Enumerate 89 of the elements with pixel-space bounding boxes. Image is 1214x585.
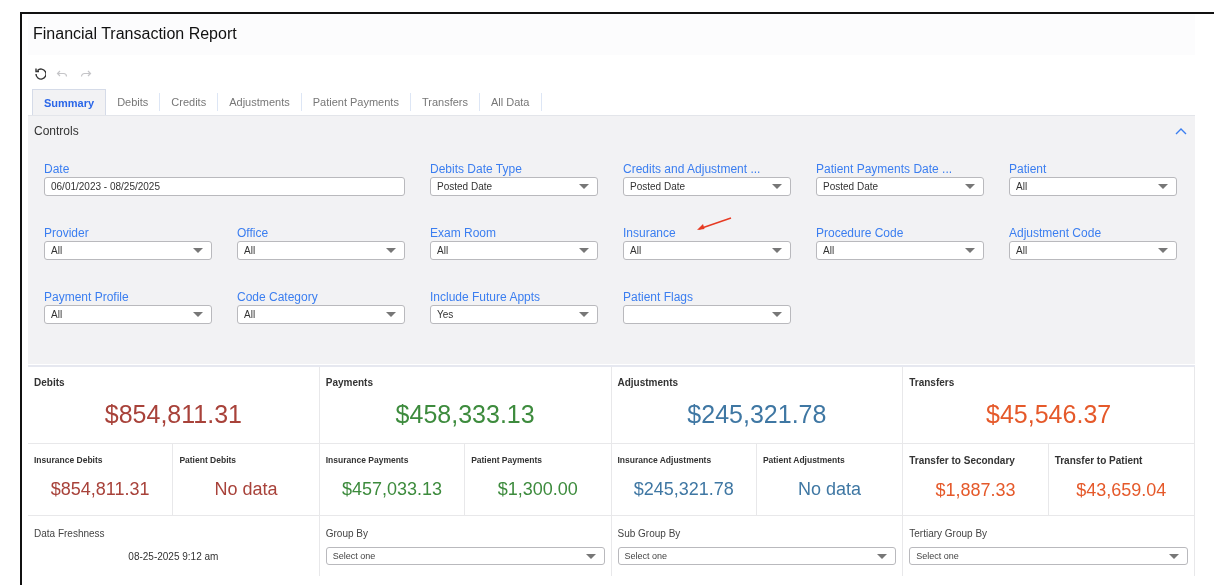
dropdown[interactable]: All	[1009, 177, 1177, 196]
total-amount: $854,811.31	[103, 400, 243, 429]
field-label: Patient Flags	[623, 290, 695, 304]
total-amount: $458,333.13	[394, 400, 536, 429]
breakdown-label: Patient Debits	[179, 455, 238, 465]
panel-title: Controls	[34, 124, 79, 138]
tab[interactable]: All Data	[479, 93, 542, 111]
field-label: Patient Payments Date ...	[816, 162, 954, 176]
breakdown-amount: $457,033.13	[340, 479, 443, 500]
dropdown[interactable]: All	[623, 241, 791, 260]
refresh-icon[interactable]	[33, 66, 46, 80]
dropdown[interactable]: Select one	[325, 547, 605, 565]
field-label: Tertiary Group By	[909, 528, 989, 539]
caret-icon	[193, 312, 203, 317]
tab[interactable]: Credits	[160, 93, 219, 111]
dropdown[interactable]: All	[237, 305, 405, 324]
caret-icon	[1158, 184, 1168, 189]
caret-icon	[386, 248, 396, 253]
dropdown[interactable]	[623, 305, 791, 324]
field-label: Date	[44, 162, 71, 176]
breakdown-amount: No data	[213, 479, 279, 500]
caret-icon	[579, 248, 589, 253]
chevron-up-icon[interactable]	[1175, 127, 1187, 135]
field-label: Sub Group By	[617, 528, 682, 539]
caret-icon	[772, 184, 782, 189]
breakdown-amount: $1,887.33	[934, 480, 1017, 501]
date-range-field[interactable]: 06/01/2023 - 08/25/2025	[44, 177, 405, 196]
field-label: Procedure Code	[816, 226, 905, 240]
caret-icon	[579, 312, 589, 317]
caret-icon	[772, 248, 782, 253]
card-title: Payments	[325, 377, 374, 388]
dropdown[interactable]: All	[1009, 241, 1177, 260]
total-amount: $245,321.78	[686, 400, 828, 429]
field-label: Insurance	[623, 226, 677, 240]
caret-icon	[193, 248, 203, 253]
field-label: Group By	[325, 528, 369, 539]
breakdown-amount: $245,321.78	[632, 479, 735, 500]
dropdown[interactable]: All	[430, 241, 598, 260]
caret-icon	[772, 312, 782, 317]
tab[interactable]: Transfers	[410, 93, 480, 111]
breakdown-label: Patient Payments	[471, 455, 543, 465]
breakdown-label: Insurance Payments	[325, 455, 410, 465]
breakdown-label: Transfer to Patient	[1054, 455, 1144, 466]
caret-icon	[877, 553, 888, 559]
dropdown[interactable]: All	[816, 241, 984, 260]
breakdown-label: Patient Adjustments	[762, 455, 846, 465]
field-label: Adjustment Code	[1009, 226, 1103, 240]
field-label: Credits and Adjustment ...	[623, 162, 762, 176]
breakdown-amount: No data	[797, 479, 863, 500]
field-label: Code Category	[237, 290, 319, 304]
dropdown[interactable]: Select one	[617, 547, 897, 565]
caret-icon	[1169, 553, 1179, 559]
breakdown-amount: $43,659.04	[1075, 480, 1168, 501]
dropdown[interactable]: Posted Date	[430, 177, 598, 196]
field-label: Patient	[1009, 162, 1048, 176]
tab[interactable]: Patient Payments	[301, 93, 411, 111]
freshness-value: 08-25-2025 9:12 am	[127, 551, 220, 562]
field-label: Provider	[44, 226, 90, 240]
caret-icon	[965, 184, 975, 189]
dropdown[interactable]: Select one	[909, 547, 1188, 565]
dropdown[interactable]: All	[44, 305, 212, 324]
dropdown[interactable]: All	[237, 241, 405, 260]
card-title: Adjustments	[617, 377, 680, 388]
field-label: Exam Room	[430, 226, 498, 240]
field-label: Include Future Appts	[430, 290, 542, 304]
dropdown[interactable]: Yes	[430, 305, 598, 324]
dropdown[interactable]: Posted Date	[816, 177, 984, 196]
breakdown-label: Insurance Debits	[34, 455, 104, 465]
breakdown-label: Insurance Adjustments	[617, 455, 713, 465]
tab[interactable]: Debits	[106, 93, 161, 111]
caret-icon	[579, 184, 589, 189]
card-title: Transfers	[909, 377, 956, 388]
caret-icon	[585, 553, 596, 559]
caret-icon	[386, 312, 396, 317]
total-amount: $45,546.37	[985, 400, 1113, 429]
breakdown-label: Transfer to Secondary	[909, 455, 1016, 466]
field-label: Debits Date Type	[430, 162, 523, 176]
dropdown[interactable]: All	[44, 241, 212, 260]
caret-icon	[1158, 248, 1168, 253]
field-label: Office	[237, 226, 270, 240]
dropdown[interactable]: Posted Date	[623, 177, 791, 196]
caret-icon	[965, 248, 975, 253]
card-title: Debits	[34, 377, 66, 388]
tab[interactable]: Summary	[32, 89, 107, 115]
field-label: Payment Profile	[44, 290, 130, 304]
breakdown-amount: $1,300.00	[496, 479, 579, 500]
tab[interactable]: Adjustments	[218, 93, 302, 111]
breakdown-amount: $854,811.31	[49, 479, 151, 500]
freshness-label: Data Freshness	[34, 528, 106, 539]
